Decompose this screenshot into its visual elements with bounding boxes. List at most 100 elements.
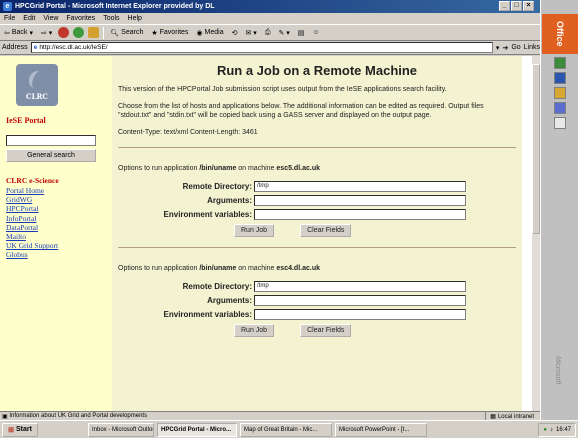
- clear-fields-button[interactable]: Clear Fields: [300, 224, 352, 237]
- divider: [118, 147, 516, 148]
- messenger-icon[interactable]: ☺: [310, 29, 321, 36]
- network-icon[interactable]: ●: [543, 427, 547, 433]
- clrc-logo: CLRC: [16, 64, 58, 106]
- nav-link-mailto[interactable]: Mailto: [6, 232, 106, 241]
- nav-link-dataportal[interactable]: DataPortal: [6, 223, 106, 232]
- address-url: http://esc.dl.ac.uk/IeSE/: [39, 44, 108, 51]
- arguments-label: Arguments:: [207, 196, 252, 205]
- nav-link-portal-home[interactable]: Portal Home: [6, 186, 106, 195]
- run-job-button[interactable]: Run Job: [234, 324, 275, 337]
- office-shortcut-bar: Office Microsoft: [540, 0, 578, 420]
- media-label: Media: [204, 29, 224, 36]
- search-label: Search: [121, 29, 144, 36]
- menu-help[interactable]: Help: [128, 15, 142, 22]
- quick-launch-icons[interactable]: [41, 427, 85, 433]
- toolbar: ⇦ Back ▾ ⇨ ▾ 🔍︎ Search ★ Favorites ◉ Med…: [0, 24, 540, 41]
- minimize-button[interactable]: _: [499, 1, 510, 11]
- ie-shortcut-icon[interactable]: [553, 102, 566, 114]
- machine-name: esc4.dl.ac.uk: [276, 265, 320, 272]
- menu-edit[interactable]: Edit: [23, 15, 35, 22]
- scrollbar-thumb[interactable]: [532, 64, 540, 234]
- edit-icon[interactable]: ✎ ▾: [276, 29, 291, 37]
- task-powerpoint[interactable]: Microsoft PowerPoint - [t...: [335, 422, 427, 437]
- back-label: Back: [11, 29, 28, 36]
- office-logo: Office: [542, 14, 578, 54]
- discuss-icon[interactable]: ▤: [296, 29, 307, 37]
- job-options-text: Options to run application /bin/uname on…: [118, 265, 320, 272]
- nav-link-gridwg[interactable]: GridWG: [6, 195, 106, 204]
- title-bar: e HPCGrid Portal - Microsoft Internet Ex…: [0, 0, 578, 13]
- mail-icon[interactable]: ✉ ▾: [244, 29, 259, 37]
- stop-icon[interactable]: [58, 27, 70, 38]
- excel-icon[interactable]: [553, 57, 566, 69]
- dropdown-arrow-icon: ▾: [29, 29, 33, 37]
- favorites-button[interactable]: ★ Favorites: [149, 29, 190, 37]
- remote-directory-input[interactable]: /tmp: [254, 181, 466, 192]
- outlook-icon[interactable]: [553, 87, 566, 99]
- address-dropdown-icon[interactable]: ▾: [496, 44, 500, 52]
- close-button[interactable]: ×: [523, 1, 534, 11]
- menu-file[interactable]: File: [4, 15, 15, 22]
- nav-link-infoportal[interactable]: InfoPortal: [6, 214, 106, 223]
- back-arrow-icon: ⇦: [4, 29, 10, 37]
- main-panel: Run a Job on a Remote Machine This versi…: [112, 56, 522, 411]
- word-icon[interactable]: [553, 72, 566, 84]
- go-button[interactable]: Go: [511, 44, 520, 51]
- back-button[interactable]: ⇦ Back ▾: [2, 29, 35, 37]
- media-button[interactable]: ◉ Media: [194, 29, 225, 37]
- task-map-of-great-britain[interactable]: Map of Great Britain - Mic...: [240, 422, 332, 437]
- volume-icon[interactable]: ♪: [550, 427, 553, 433]
- job-form: Options to run application /bin/uname on…: [118, 264, 516, 337]
- forward-button[interactable]: ⇨ ▾: [39, 29, 54, 37]
- notes-icon[interactable]: [553, 117, 566, 129]
- menu-favorites[interactable]: Favorites: [66, 15, 95, 22]
- vertical-scrollbar[interactable]: [532, 56, 540, 411]
- environment-variables-label: Environment variables:: [163, 310, 252, 319]
- general-search-button[interactable]: General search: [6, 149, 96, 162]
- instructions-text: Choose from the list of hosts and applic…: [118, 103, 484, 119]
- menu-view[interactable]: View: [43, 15, 58, 22]
- menu-tools[interactable]: Tools: [103, 15, 119, 22]
- links-button[interactable]: Links: [524, 44, 540, 51]
- nav-link-uk-grid-support[interactable]: UK Grid Support: [6, 241, 106, 250]
- address-input[interactable]: e http://esc.dl.ac.uk/IeSE/: [30, 42, 493, 53]
- intro-text: This version of the HPCPortal Job submis…: [118, 86, 447, 93]
- nav-link-globus[interactable]: Globus: [6, 250, 106, 259]
- task-hpcgrid-portal[interactable]: HPCGrid Portal - Micro...: [157, 422, 237, 437]
- microsoft-label: Microsoft: [554, 355, 561, 384]
- job-form: Options to run application /bin/uname on…: [118, 164, 516, 237]
- start-label: Start: [15, 426, 32, 433]
- application-name: /bin/uname: [199, 165, 237, 172]
- taskbar: ⊞ Start Inbox - Microsoft Outlook HPCGri…: [0, 420, 578, 438]
- toolbar-separator: [103, 26, 105, 39]
- window-title: HPCGrid Portal - Microsoft Internet Expl…: [15, 3, 215, 10]
- history-icon[interactable]: ⟲: [230, 29, 240, 37]
- application-name: /bin/uname: [199, 265, 237, 272]
- address-label: Address: [2, 44, 28, 51]
- sidebar-search-input[interactable]: [6, 135, 96, 146]
- arguments-input[interactable]: [254, 195, 466, 206]
- refresh-icon[interactable]: [73, 27, 85, 38]
- nav-link-hpcportal[interactable]: HPCPortal: [6, 204, 106, 213]
- run-job-button[interactable]: Run Job: [234, 224, 275, 237]
- environment-variables-input[interactable]: [254, 209, 466, 220]
- search-icon: 🔍︎: [110, 29, 120, 37]
- clrc-logo-text: CLRC: [26, 92, 48, 101]
- ie-icon: e: [3, 2, 12, 11]
- print-icon[interactable]: ⎙: [263, 29, 273, 37]
- arguments-input[interactable]: [254, 295, 466, 306]
- task-outlook[interactable]: Inbox - Microsoft Outlook: [88, 422, 154, 437]
- start-button[interactable]: ⊞ Start: [2, 422, 38, 437]
- environment-variables-input[interactable]: [254, 309, 466, 320]
- job-options-text: Options to run application /bin/uname on…: [118, 165, 320, 172]
- remote-directory-input[interactable]: /tmp: [254, 281, 466, 292]
- home-icon[interactable]: [88, 27, 100, 38]
- remote-directory-label: Remote Directory:: [182, 182, 252, 191]
- page-icon: e: [33, 44, 38, 51]
- status-bar: ▣ Information about UK Grid and Portal d…: [0, 411, 540, 421]
- maximize-button[interactable]: □: [511, 1, 522, 11]
- clock: 16:47: [555, 427, 571, 433]
- search-button[interactable]: 🔍︎ Search: [108, 29, 145, 37]
- clear-fields-button[interactable]: Clear Fields: [300, 324, 352, 337]
- environment-variables-label: Environment variables:: [163, 210, 252, 219]
